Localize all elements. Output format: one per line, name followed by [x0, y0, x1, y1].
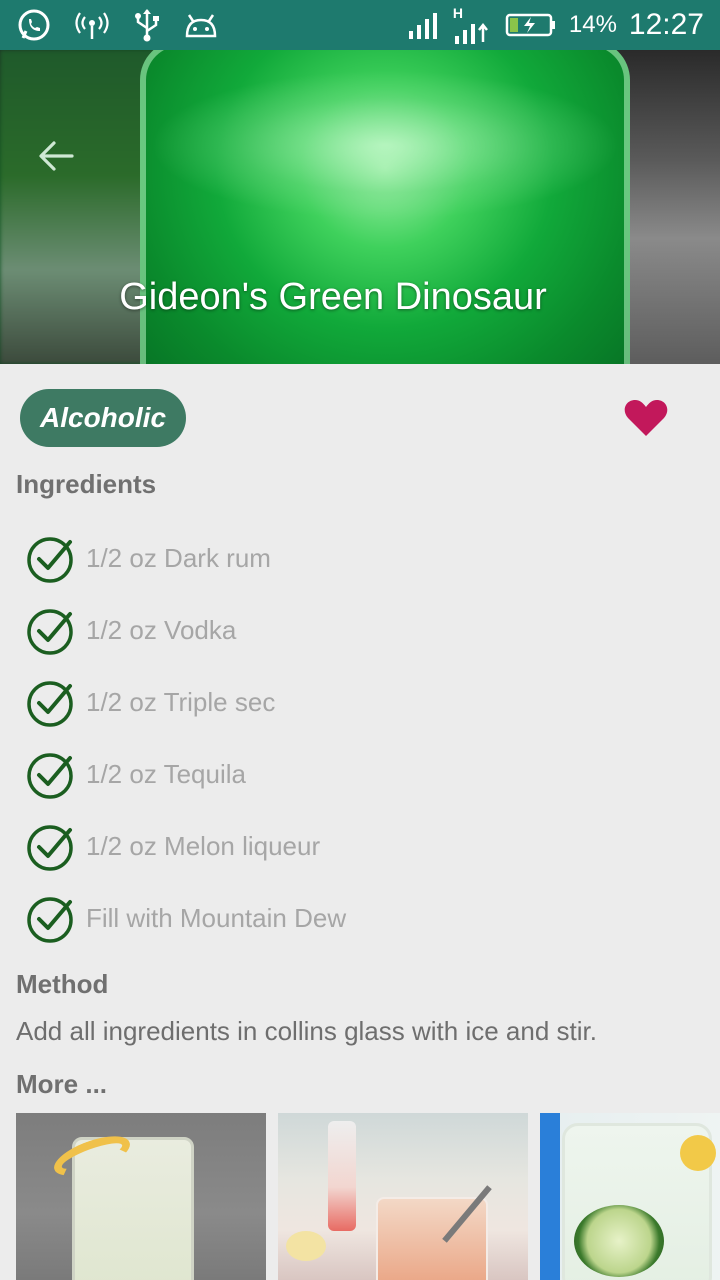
related-drink-thumbnail[interactable] [540, 1113, 720, 1280]
status-left [0, 7, 218, 43]
arrow-back-icon [39, 141, 74, 171]
ingredient-text: 1/2 oz Dark rum [86, 542, 271, 573]
thumbnail-lemon [286, 1231, 326, 1261]
signal-icon [407, 11, 441, 39]
ingredients-list: 1/2 oz Dark rum 1/2 oz Vodka 1/2 oz Trip… [26, 522, 706, 954]
method-text: Add all ingredients in collins glass wit… [16, 1016, 597, 1046]
ingredient-item[interactable]: 1/2 oz Melon liqueur [26, 810, 706, 882]
more-heading: More ... [16, 1069, 108, 1099]
related-drink-thumbnail[interactable] [16, 1113, 266, 1280]
network-type: H [453, 6, 493, 44]
thumbnail-lemon [680, 1135, 716, 1171]
ingredient-item[interactable]: Fill with Mountain Dew [26, 882, 706, 954]
ingredient-text: Fill with Mountain Dew [86, 902, 347, 933]
check-circle-icon [27, 537, 73, 583]
ingredient-item[interactable]: 1/2 oz Vodka [26, 594, 706, 666]
cucumber-slice [574, 1205, 664, 1277]
related-drink-thumbnail[interactable] [278, 1113, 528, 1280]
ingredient-text: 1/2 oz Triple sec [86, 686, 276, 717]
page-title: Gideon's Green Dinosaur [119, 276, 547, 318]
check-circle-icon [27, 609, 73, 655]
hotspot-icon [74, 10, 110, 40]
hero-glass-rim [150, 70, 620, 220]
ingredient-item[interactable]: 1/2 oz Tequila [26, 738, 706, 810]
more-carousel[interactable] [16, 1113, 720, 1280]
category-tag: Alcoholic [20, 389, 187, 447]
check-circle-icon [27, 897, 73, 943]
whatsapp-icon [16, 7, 52, 43]
thumbnail-bottle [328, 1121, 356, 1231]
check-circle-icon [27, 753, 73, 799]
status-right: H 14% 12:27 [407, 6, 720, 44]
battery-percent: 14% [568, 11, 617, 38]
method-heading: Method [16, 969, 109, 999]
check-circle-icon [27, 681, 73, 727]
ingredient-item[interactable]: 1/2 oz Triple sec [26, 666, 706, 738]
back-button[interactable] [34, 134, 78, 178]
ingredient-text: 1/2 oz Tequila [86, 758, 246, 789]
clock: 12:27 [628, 8, 704, 41]
ingredient-text: 1/2 oz Melon liqueur [86, 830, 321, 861]
ingredients-heading: Ingredients [16, 469, 157, 499]
android-debug-icon [184, 12, 218, 38]
battery-charging-icon [505, 12, 557, 38]
heart-icon [624, 400, 668, 436]
status-bar: H 14% 12:27 [0, 0, 720, 50]
usb-icon [132, 8, 162, 42]
check-circle-icon [27, 825, 73, 871]
network-type-label: H [452, 5, 463, 21]
hero-image: Gideon's Green Dinosaur [0, 50, 720, 364]
ingredient-item[interactable]: 1/2 oz Dark rum [26, 522, 706, 594]
ingredient-text: 1/2 oz Vodka [86, 614, 237, 645]
favorite-button[interactable] [622, 394, 670, 442]
